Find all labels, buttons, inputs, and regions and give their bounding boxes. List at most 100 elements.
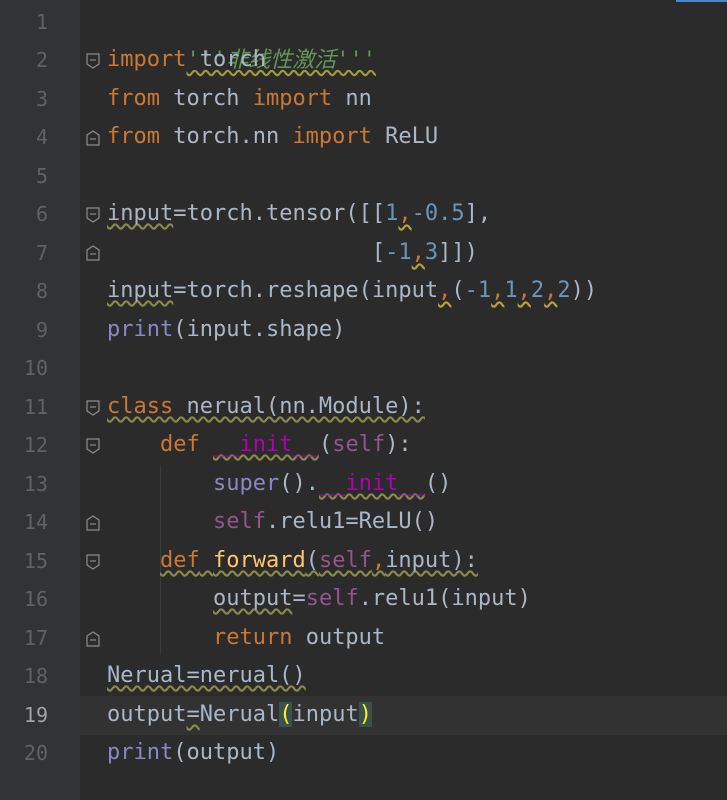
- identifier: torch: [159, 86, 253, 111]
- code-line-7[interactable]: [-1,3]]): [107, 234, 478, 273]
- matched-bracket-close: ): [358, 702, 372, 727]
- code-line-17[interactable]: return output: [107, 619, 385, 658]
- code-text: (: [451, 278, 465, 303]
- magic-method: __init__: [212, 432, 319, 457]
- code-line-20[interactable]: print(output): [107, 734, 279, 773]
- line-number: 12: [23, 433, 48, 457]
- code-line-1[interactable]: '''非线性激活''': [107, 3, 375, 73]
- matched-bracket-open: (: [279, 702, 293, 727]
- comma: ,: [438, 278, 452, 303]
- code-line-18[interactable]: Nerual=nerual(): [107, 657, 306, 696]
- keyword: def: [159, 432, 200, 457]
- number-literal: 2: [530, 278, 545, 303]
- code-text: output: [107, 702, 187, 727]
- code-text: .relu1=ReLU(): [265, 509, 439, 534]
- number-literal: -1: [464, 278, 492, 303]
- line-number: 4: [35, 125, 48, 149]
- comma: ,: [398, 201, 412, 226]
- comma: ,: [411, 240, 425, 265]
- keyword: def: [159, 548, 200, 573]
- magic-method: __init__: [318, 471, 425, 496]
- code-line-11[interactable]: class nerual(nn.Module):: [107, 388, 425, 427]
- variable: input: [107, 278, 174, 303]
- code-line-16[interactable]: output=self.relu1(input): [107, 580, 531, 619]
- comma: ,: [517, 278, 531, 303]
- code-text: =: [186, 702, 200, 727]
- line-number-gutter[interactable]: 1 2 3 4 5 6 7 8 9 10 11 12 13 14 15 16 1…: [0, 0, 100, 800]
- code-text: Nerual=nerual(): [107, 663, 306, 688]
- code-text: Nerual: [199, 702, 280, 727]
- code-line-13[interactable]: super().__init__(): [107, 465, 451, 504]
- self-keyword: self: [305, 586, 359, 611]
- line-number: 14: [23, 510, 48, 534]
- line-number: 15: [23, 549, 48, 573]
- line-number: 8: [35, 279, 48, 303]
- variable: output: [212, 586, 293, 611]
- line-number: 7: [35, 241, 48, 265]
- line-number: 5: [35, 164, 48, 188]
- line-number-current: 19: [23, 703, 48, 727]
- number-literal: -0.5: [411, 201, 465, 226]
- code-text: output: [292, 625, 386, 650]
- keyword: import: [292, 124, 372, 149]
- self-keyword: self: [318, 548, 372, 573]
- code-text: (: [305, 548, 319, 573]
- comma: ,: [371, 548, 386, 573]
- line-number: 3: [35, 87, 48, 111]
- number-literal: 3: [424, 240, 439, 265]
- line-number: 6: [35, 202, 48, 226]
- builtin: super: [212, 471, 280, 496]
- number-literal: -1: [385, 240, 412, 265]
- line-number: 1: [35, 10, 48, 34]
- code-line-14[interactable]: self.relu1=ReLU(): [107, 503, 438, 542]
- code-text: (output): [173, 740, 280, 765]
- line-number: 9: [35, 318, 48, 342]
- code-line-15[interactable]: def forward(self,input):: [107, 542, 478, 581]
- code-text: .relu1(input): [358, 586, 531, 611]
- number-literal: 1: [385, 201, 399, 226]
- variable: input: [107, 201, 174, 226]
- keyword: from: [107, 124, 160, 149]
- number-literal: 2: [557, 278, 571, 303]
- code-line-6[interactable]: input=torch.tensor([[1,-0.5],: [107, 195, 491, 234]
- line-number: 2: [35, 48, 48, 72]
- builtin: print: [107, 740, 174, 765]
- code-text: =torch.reshape(input: [173, 278, 439, 303]
- code-line-9[interactable]: print(input.shape): [107, 311, 345, 350]
- code-line-19-current[interactable]: output=Nerual(input): [80, 696, 727, 735]
- comma: ,: [491, 278, 505, 303]
- line-number: 11: [23, 395, 48, 419]
- code-text: (: [318, 432, 333, 457]
- code-text: )): [570, 278, 598, 303]
- builtin: print: [107, 317, 174, 342]
- code-text: (): [424, 471, 452, 496]
- identifier: nn: [332, 86, 372, 111]
- self-keyword: self: [212, 509, 266, 534]
- code-editor[interactable]: 1 2 3 4 5 6 7 8 9 10 11 12 13 14 15 16 1…: [0, 0, 727, 800]
- keyword: import: [252, 86, 333, 111]
- keyword: return: [212, 625, 293, 650]
- line-number: 10: [23, 356, 48, 380]
- code-line-2[interactable]: import torch: [107, 41, 266, 80]
- identifier: torch: [186, 47, 266, 72]
- code-text: input):: [385, 548, 478, 573]
- code-line-12[interactable]: def __init__(self):: [107, 426, 412, 465]
- code-text: ().: [279, 471, 319, 496]
- code-text: (input.shape): [173, 317, 346, 342]
- code-text: input: [292, 702, 359, 727]
- line-number: 16: [23, 587, 48, 611]
- keyword: from: [107, 86, 160, 111]
- code-line-4[interactable]: from torch.nn import ReLU: [107, 118, 438, 157]
- line-number: 17: [23, 626, 48, 650]
- code-line-8[interactable]: input=torch.reshape(input,(-1,1,2,2)): [107, 272, 597, 311]
- code-area[interactable]: '''非线性激活''' import torch from torch impo…: [80, 0, 727, 800]
- line-number: 18: [23, 664, 48, 688]
- keyword: import: [107, 47, 187, 72]
- code-line-3[interactable]: from torch import nn: [107, 80, 372, 119]
